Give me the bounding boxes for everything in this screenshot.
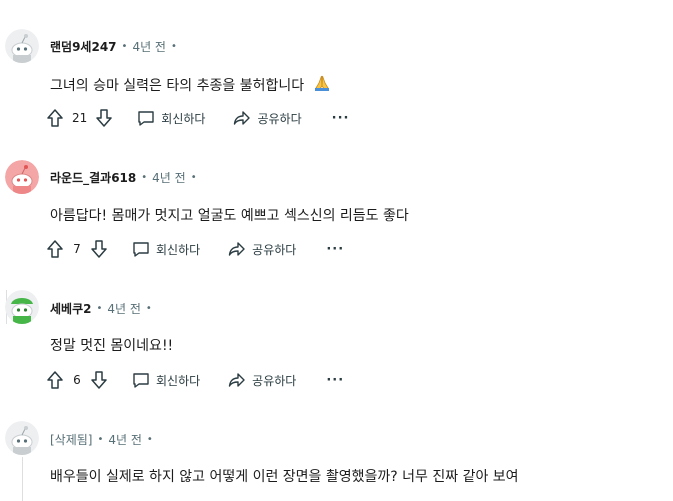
share-icon [233, 109, 251, 127]
upvote-icon[interactable] [44, 238, 66, 260]
comment-meta: 랜덤9세247 • 4년 전 • [50, 38, 182, 55]
author-name[interactable]: 라운드_결과618 [50, 169, 136, 186]
share-icon [228, 371, 246, 389]
downvote-icon[interactable] [88, 369, 110, 391]
author-name: [삭제됨] [50, 433, 93, 447]
more-options-icon[interactable]: ··· [332, 111, 350, 126]
comment-icon [137, 109, 155, 127]
comment-icon [132, 371, 150, 389]
timestamp[interactable]: 4년 전 [107, 300, 141, 317]
snoo-avatar-icon [5, 160, 39, 194]
comment-actions: 7 회신하다 공유하다 ··· [44, 235, 344, 263]
separator: • [146, 434, 153, 445]
comment-text: 그녀의 승마 실력은 타의 추종을 불허합니다 [50, 78, 305, 94]
timestamp[interactable]: 4년 전 [108, 431, 142, 448]
avatar[interactable] [5, 29, 39, 63]
comment-icon [132, 240, 150, 258]
reply-label: 회신하다 [161, 111, 206, 126]
share-label: 공유하다 [252, 242, 297, 257]
upvote-icon[interactable] [44, 107, 66, 129]
separator: • [190, 172, 197, 183]
separator: • [97, 434, 104, 445]
comment-text: 정말 멋진 몸이네요!! [50, 338, 174, 354]
avatar[interactable] [5, 290, 39, 324]
comment-body: 아름답다! 몸매가 멋지고 얼굴도 예쁘고 섹스신의 리듬도 좋다 [50, 205, 409, 225]
avatar[interactable] [5, 421, 39, 455]
separator: • [170, 41, 177, 52]
author-name[interactable]: 랜덤9세247 [50, 38, 117, 55]
comment-text: 배우들이 실제로 하지 않고 어떻게 이런 장면을 촬영했을까? 너무 진짜 같… [50, 469, 519, 485]
share-icon [228, 240, 246, 258]
comment-body: 정말 멋진 몸이네요!! [50, 335, 173, 355]
thread-line[interactable] [22, 457, 23, 501]
comment-meta: [삭제됨] • 4년 전 • [50, 431, 158, 448]
comment-meta: 라운드_결과618 • 4년 전 • [50, 169, 202, 186]
comment-text: 아름답다! 몸매가 멋지고 얼굴도 예쁘고 섹스신의 리듬도 좋다 [50, 208, 409, 224]
timestamp[interactable]: 4년 전 [132, 38, 166, 55]
comment-actions: 6 회신하다 공유하다 ··· [44, 366, 344, 394]
comment-meta: 세베쿠2 • 4년 전 • [50, 300, 157, 317]
vote-count: 21 [72, 111, 88, 125]
praying-hands-icon [313, 74, 331, 96]
share-button[interactable]: 공유하다 [228, 240, 296, 258]
comment-body: 그녀의 승마 실력은 타의 추종을 불허합니다 [50, 74, 331, 96]
share-button[interactable]: 공유하다 [233, 109, 302, 127]
downvote-icon[interactable] [88, 238, 110, 260]
downvote-icon[interactable] [93, 107, 115, 129]
reply-label: 회신하다 [156, 373, 201, 388]
separator: • [96, 303, 103, 314]
reply-button[interactable]: 회신하다 [137, 109, 205, 127]
reply-button[interactable]: 회신하다 [132, 371, 200, 389]
comment-actions: 21 회신하다 공유하다 ··· [44, 104, 349, 132]
reply-label: 회신하다 [156, 242, 201, 257]
snoo-avatar-icon [5, 421, 39, 455]
snoo-avatar-icon [5, 290, 39, 324]
share-label: 공유하다 [252, 373, 297, 388]
separator: • [145, 303, 152, 314]
avatar[interactable] [5, 160, 39, 194]
share-label: 공유하다 [257, 111, 302, 126]
upvote-icon[interactable] [44, 369, 66, 391]
more-options-icon[interactable]: ··· [326, 242, 344, 257]
snoo-avatar-icon [5, 29, 39, 63]
separator: • [121, 41, 128, 52]
reply-button[interactable]: 회신하다 [132, 240, 200, 258]
share-button[interactable]: 공유하다 [228, 371, 296, 389]
vote-count: 7 [73, 242, 81, 256]
comment-body: 배우들이 실제로 하지 않고 어떻게 이런 장면을 촬영했을까? 너무 진짜 같… [50, 466, 519, 486]
timestamp[interactable]: 4년 전 [152, 169, 186, 186]
more-options-icon[interactable]: ··· [326, 373, 344, 388]
separator: • [141, 172, 148, 183]
vote-count: 6 [73, 373, 81, 387]
author-name[interactable]: 세베쿠2 [50, 300, 91, 317]
